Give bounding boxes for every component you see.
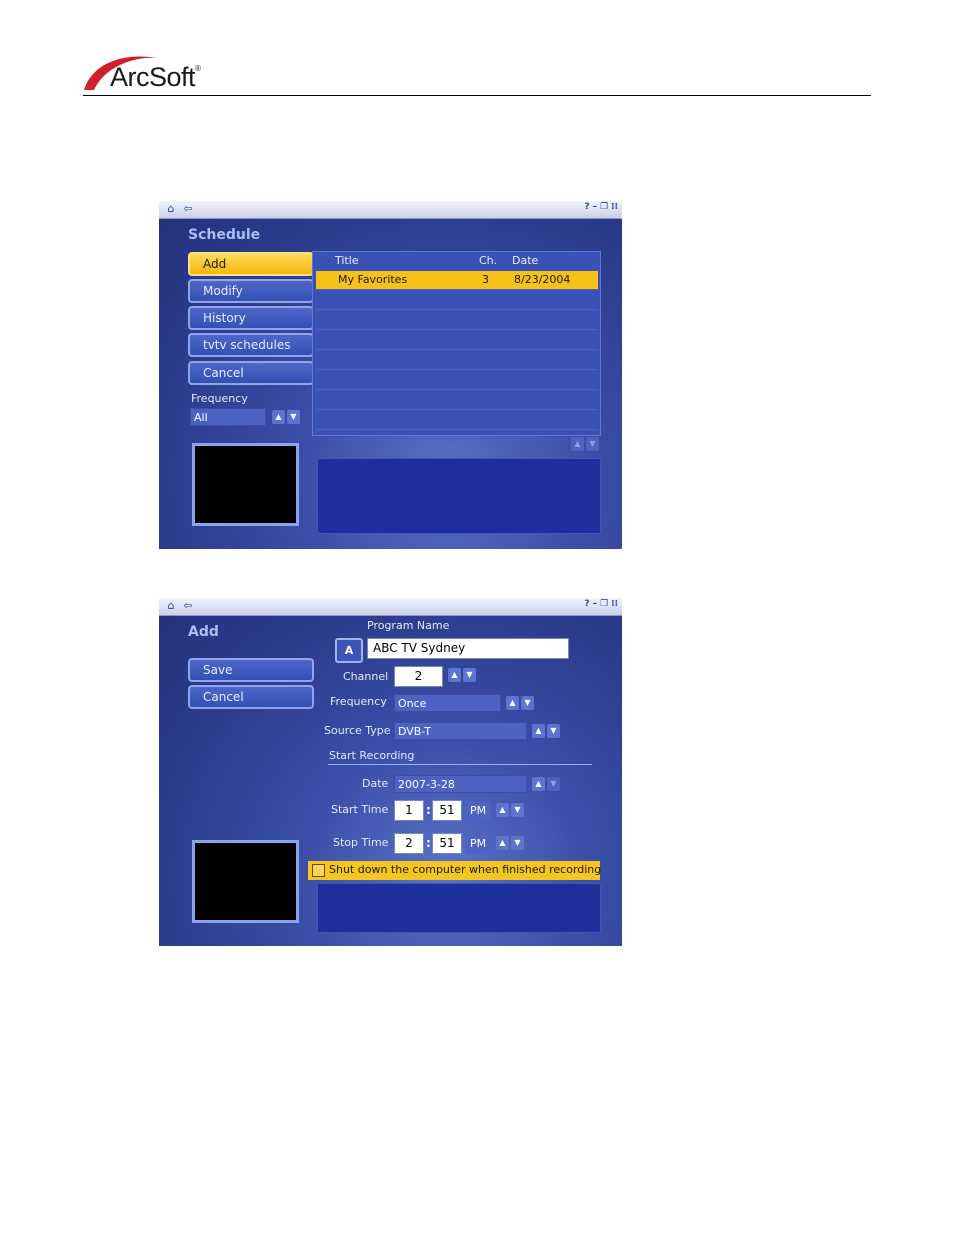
stop-time-label: Stop Time [333,836,389,849]
help-icon[interactable]: ? [584,202,589,212]
close-icon[interactable]: ⁞⁞ [611,202,618,212]
minimize-icon[interactable]: – [593,599,598,609]
stop-time-stepper[interactable]: ▲ ▼ [496,836,524,850]
frequency-label: Frequency [330,695,387,708]
source-type-label: Source Type [324,724,391,737]
page-title: Add [188,624,219,640]
page-title: Schedule [188,227,261,243]
stop-ampm-toggle[interactable]: PM [465,834,491,854]
shutdown-checkbox-row[interactable]: Shut down the computer when finished rec… [308,861,602,880]
frequency-stepper[interactable]: ▲ ▼ [506,696,534,710]
stop-minute-input[interactable]: 51 [432,833,462,854]
shutdown-checkbox[interactable] [312,864,325,877]
cancel-button[interactable]: Cancel [188,361,314,385]
schedule-list[interactable]: Title Ch. Date My Favorites 3 8/23/2004 [312,251,601,436]
down-arrow-icon[interactable]: ▼ [511,836,524,850]
program-name-label: Program Name [367,619,450,632]
add-window: ⌂ ⇦ ? – ❐ ⁞⁞ Add Save Cancel Program Nam… [159,598,622,946]
up-arrow-icon[interactable]: ▲ [272,410,285,424]
time-separator: : [426,803,431,817]
shutdown-label: Shut down the computer when finished rec… [329,863,602,876]
history-button[interactable]: History [188,306,314,330]
program-name-input[interactable]: ABC TV Sydney [367,638,569,659]
column-header-channel[interactable]: Ch. [479,254,497,267]
down-arrow-icon[interactable]: ▼ [547,777,560,791]
start-recording-label: Start Recording [329,749,415,762]
table-row[interactable] [316,331,598,350]
header-rule [83,95,871,96]
up-arrow-icon[interactable]: ▲ [496,803,509,817]
frequency-select[interactable]: Once [394,694,501,712]
up-arrow-icon[interactable]: ▲ [532,724,545,738]
source-type-select[interactable]: DVB-T [394,722,527,740]
keyboard-input-icon[interactable]: A [335,638,363,663]
source-type-stepper[interactable]: ▲ ▼ [532,724,560,738]
start-hour-input[interactable]: 1 [394,800,424,821]
down-arrow-icon[interactable]: ▼ [586,437,599,451]
start-ampm-toggle[interactable]: PM [465,801,491,821]
column-header-date[interactable]: Date [512,254,538,267]
restore-icon[interactable]: ❐ [600,202,608,212]
video-preview [192,443,299,526]
row-title: My Favorites [338,273,408,286]
up-arrow-icon[interactable]: ▲ [496,836,509,850]
back-arrow-icon[interactable]: ⇦ [181,599,195,613]
row-channel: 3 [482,273,489,286]
frequency-select[interactable]: All [190,408,266,426]
frequency-label: Frequency [191,392,248,405]
section-divider [328,764,592,765]
stop-hour-input[interactable]: 2 [394,833,424,854]
date-select[interactable]: 2007-3-28 [394,775,527,793]
start-time-stepper[interactable]: ▲ ▼ [496,803,524,817]
video-preview [192,840,299,923]
title-bar: ⌂ ⇦ ? – ❐ ⁞⁞ [159,598,622,616]
channel-stepper[interactable]: ▲ ▼ [448,668,476,682]
down-arrow-icon[interactable]: ▼ [463,668,476,682]
row-date: 8/23/2004 [514,273,571,286]
add-button[interactable]: Add [188,252,314,276]
start-minute-input[interactable]: 51 [432,800,462,821]
start-time-label: Start Time [331,803,389,816]
table-row[interactable] [316,371,598,390]
restore-icon[interactable]: ❐ [600,599,608,609]
info-panel [317,458,601,534]
down-arrow-icon[interactable]: ▼ [547,724,560,738]
down-arrow-icon[interactable]: ▼ [287,410,300,424]
home-icon[interactable]: ⌂ [164,202,178,216]
table-row[interactable] [316,311,598,330]
schedule-window: ⌂ ⇦ ? – ❐ ⁞⁞ Schedule Add Modify History… [159,201,622,549]
frequency-stepper[interactable]: ▲ ▼ [272,410,300,424]
date-stepper[interactable]: ▲ ▼ [532,777,560,791]
back-arrow-icon[interactable]: ⇦ [181,202,195,216]
table-row[interactable] [316,291,598,310]
down-arrow-icon[interactable]: ▼ [511,803,524,817]
channel-label: Channel [343,670,389,683]
date-label: Date [362,777,389,790]
help-icon[interactable]: ? [584,599,589,609]
table-row[interactable] [316,351,598,370]
up-arrow-icon[interactable]: ▲ [532,777,545,791]
title-bar: ⌂ ⇦ ? – ❐ ⁞⁞ [159,201,622,219]
table-row[interactable]: My Favorites 3 8/23/2004 [316,271,598,290]
info-panel [317,883,601,933]
home-icon[interactable]: ⌂ [164,599,178,613]
save-button[interactable]: Save [188,658,314,682]
modify-button[interactable]: Modify [188,279,314,303]
channel-input[interactable]: 2 [394,666,443,687]
up-arrow-icon[interactable]: ▲ [506,696,519,710]
logo-text: ArcSoft® [110,62,201,92]
table-row[interactable] [316,391,598,410]
time-separator: : [426,836,431,850]
tvtv-schedules-button[interactable]: tvtv schedules [188,333,314,357]
minimize-icon[interactable]: – [593,202,598,212]
cancel-button[interactable]: Cancel [188,685,314,709]
list-scroll-stepper[interactable]: ▲ ▼ [571,437,599,451]
down-arrow-icon[interactable]: ▼ [521,696,534,710]
table-row[interactable] [316,411,598,430]
column-header-title[interactable]: Title [335,254,359,267]
up-arrow-icon[interactable]: ▲ [448,668,461,682]
up-arrow-icon[interactable]: ▲ [571,437,584,451]
close-icon[interactable]: ⁞⁞ [611,599,618,609]
